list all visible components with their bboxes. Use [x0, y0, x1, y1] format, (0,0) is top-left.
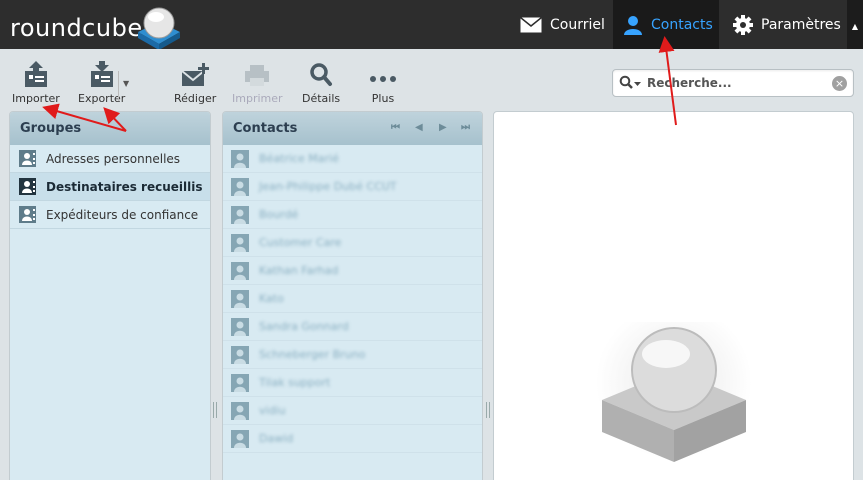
nav-settings[interactable]: Paramètres: [733, 0, 841, 49]
group-item-collected[interactable]: Destinataires recueillis: [10, 173, 210, 201]
groups-panel: Groupes Adresses personnelles Destinatai…: [9, 111, 211, 480]
compose-label: Rédiger: [174, 92, 217, 105]
contacts-splitter[interactable]: [486, 402, 490, 418]
contact-name: Jean-Philippe Dubé CCUT: [259, 180, 397, 193]
contact-name: Tilak support: [259, 376, 331, 389]
first-page-icon[interactable]: ⏮: [391, 122, 400, 133]
groups-header: Groupes: [10, 112, 210, 145]
top-bar: roundcube Courriel Contacts Paramètres ▲: [0, 0, 863, 50]
contact-name: Bourdé: [259, 208, 299, 221]
contacts-header: Contacts ⏮ ◀ ▶ ⏭: [223, 112, 482, 145]
print-label: Imprimer: [232, 92, 283, 105]
envelope-icon: [520, 16, 542, 32]
contact-row[interactable]: Tilak support: [223, 369, 482, 397]
contact-name: Béatrice Marié: [259, 152, 339, 165]
contact-avatar-icon: [231, 261, 249, 280]
contact-row[interactable]: Sandra Gonnard: [223, 313, 482, 341]
contact-avatar-icon: [231, 149, 249, 168]
search-icon[interactable]: [619, 75, 643, 91]
contact-name: Kato: [259, 292, 284, 305]
addressbook-icon: [19, 206, 36, 223]
compose-icon: [181, 63, 210, 86]
contact-avatar-icon: [231, 401, 249, 420]
contact-name: Dawid: [259, 432, 294, 445]
contact-row[interactable]: Dawid: [223, 425, 482, 453]
magnifier-icon: [310, 63, 333, 86]
search-input[interactable]: [647, 74, 827, 92]
nav-contacts-label: Contacts: [651, 16, 713, 33]
import-button[interactable]: Importer: [12, 61, 60, 105]
nav-settings-label: Paramètres: [761, 16, 841, 33]
contact-avatar-icon: [231, 289, 249, 308]
import-label: Importer: [12, 92, 60, 105]
group-item-label: Destinataires recueillis: [46, 179, 203, 194]
contact-name: vidiu: [259, 404, 286, 417]
next-page-icon[interactable]: ▶: [439, 122, 447, 133]
contact-row[interactable]: Jean-Philippe Dubé CCUT: [223, 173, 482, 201]
contact-name: Kathan Farhad: [259, 264, 339, 277]
preview-panel: [493, 111, 854, 480]
search-box[interactable]: ×: [612, 69, 854, 97]
scroll-up-icon[interactable]: ▲: [847, 0, 863, 49]
group-item-label: Adresses personnelles: [46, 151, 181, 166]
contact-row[interactable]: Schneberger Bruno: [223, 341, 482, 369]
roundcube-watermark-icon: [596, 322, 752, 462]
person-icon: [624, 15, 642, 35]
contact-avatar-icon: [231, 345, 249, 364]
contact-name: Sandra Gonnard: [259, 320, 349, 333]
group-item-label: Expéditeurs de confiance: [46, 207, 199, 222]
contact-row[interactable]: vidiu: [223, 397, 482, 425]
nav-mail-label: Courriel: [550, 16, 605, 33]
contact-name: Customer Care: [259, 236, 342, 249]
more-dots-icon: [370, 76, 396, 82]
contact-avatar-icon: [231, 205, 249, 224]
roundcube-logo-icon: [138, 7, 180, 50]
contact-avatar-icon: [231, 429, 249, 448]
contacts-panel: Contacts ⏮ ◀ ▶ ⏭ Béatrice Marié Jean-Phil…: [222, 111, 483, 480]
addressbook-icon: [19, 178, 36, 195]
nav-mail[interactable]: Courriel: [520, 0, 605, 49]
contact-row[interactable]: Kathan Farhad: [223, 257, 482, 285]
contact-avatar-icon: [231, 317, 249, 336]
search-clear-icon[interactable]: ×: [832, 76, 847, 91]
nav-contacts[interactable]: Contacts: [613, 0, 719, 49]
contacts-title: Contacts: [233, 121, 298, 136]
groups-splitter[interactable]: [213, 402, 217, 418]
addressbook-icon: [19, 150, 36, 167]
export-dropdown-icon[interactable]: ▼: [118, 71, 129, 101]
last-page-icon[interactable]: ⏭: [461, 122, 470, 133]
printer-icon: [245, 65, 270, 86]
group-item-trusted[interactable]: Expéditeurs de confiance: [10, 201, 210, 229]
more-label: Plus: [371, 92, 395, 105]
contact-avatar-icon: [231, 373, 249, 392]
contact-row[interactable]: Customer Care: [223, 229, 482, 257]
contact-list: Béatrice Marié Jean-Philippe Dubé CCUT Bou…: [223, 145, 482, 453]
details-label: Détails: [302, 92, 341, 105]
print-button[interactable]: Imprimer: [232, 61, 283, 105]
contact-avatar-icon: [231, 177, 249, 196]
import-icon: [24, 61, 47, 87]
group-item-personal[interactable]: Adresses personnelles: [10, 145, 210, 173]
more-button[interactable]: Plus: [368, 61, 398, 105]
gear-icon: [733, 14, 753, 35]
contact-row[interactable]: Béatrice Marié: [223, 145, 482, 173]
export-icon: [90, 61, 113, 87]
details-button[interactable]: Détails: [302, 61, 340, 105]
contact-avatar-icon: [231, 233, 249, 252]
contact-name: Schneberger Bruno: [259, 348, 366, 361]
prev-page-icon[interactable]: ◀: [415, 122, 423, 133]
contact-row[interactable]: Kato: [223, 285, 482, 313]
compose-button[interactable]: Rédiger: [174, 61, 216, 105]
logo[interactable]: roundcube: [10, 14, 143, 42]
contact-row[interactable]: Bourdé: [223, 201, 482, 229]
